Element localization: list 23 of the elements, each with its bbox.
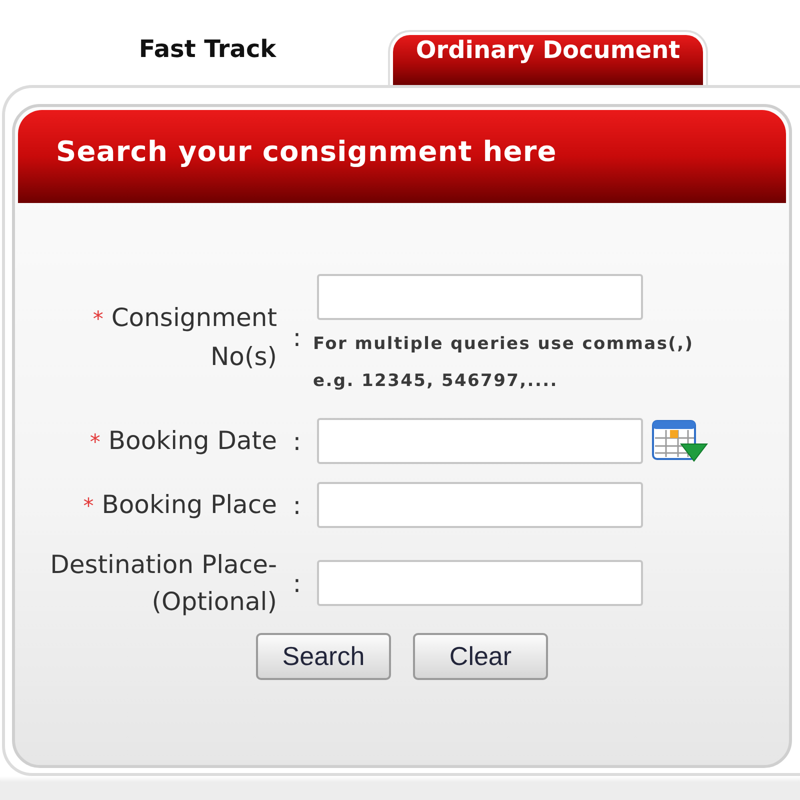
date-input[interactable] — [317, 418, 643, 464]
panel-title: Search your consignment here — [56, 134, 557, 170]
text-input[interactable] — [317, 274, 643, 320]
field-label: Booking Place — [102, 490, 277, 518]
label-colon: : — [292, 426, 302, 456]
field-label: Booking Date — [108, 426, 277, 454]
label-colon: : — [292, 568, 302, 598]
required-mark: * — [92, 307, 104, 331]
input-hint: e.g. 12345, 546797,.... — [313, 370, 558, 393]
required-mark: * — [83, 494, 94, 518]
form-button[interactable]: Search — [256, 633, 391, 680]
field-label: Destination Place-(Optional) — [50, 550, 277, 616]
text-input[interactable] — [317, 482, 643, 528]
field-label: Consignment No(s) — [111, 303, 277, 371]
tab[interactable]: Ordinary Document — [388, 30, 708, 85]
label-colon: : — [292, 322, 302, 352]
label-colon: : — [292, 490, 302, 520]
form-button[interactable]: Clear — [413, 633, 548, 680]
text-input[interactable] — [317, 560, 643, 606]
calendar-icon[interactable] — [652, 420, 708, 462]
required-mark: * — [90, 430, 100, 454]
tab[interactable]: Fast Track — [110, 33, 305, 85]
input-hint: For multiple queries use commas(,) — [313, 333, 694, 356]
